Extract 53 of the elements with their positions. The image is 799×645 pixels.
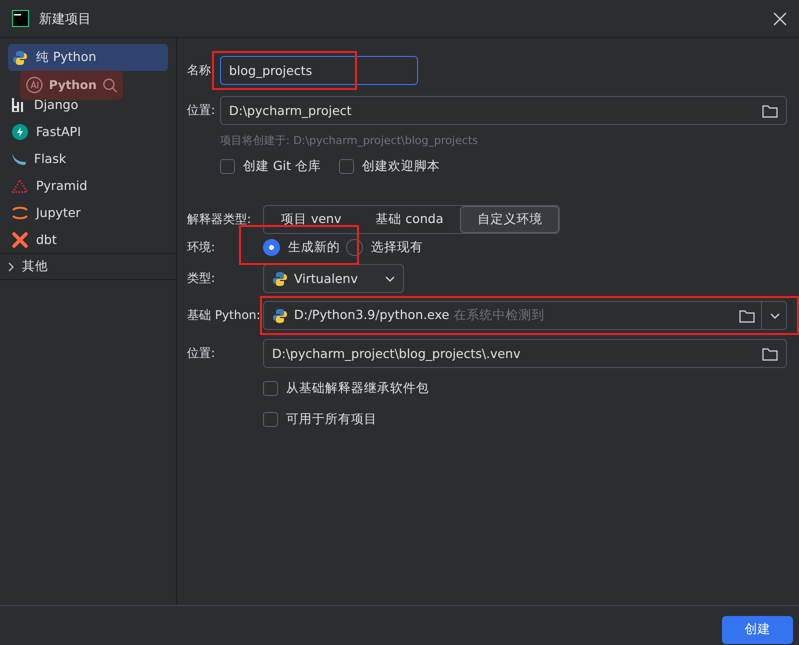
- orbit-icon: [12, 206, 28, 220]
- dj-icon: [12, 98, 26, 112]
- sidebar-item[interactable]: Jupyter: [8, 199, 168, 226]
- chevron-down-icon: [770, 312, 780, 318]
- venv-location-field[interactable]: D:\pycharm_project\blog_projects\.venv: [263, 339, 787, 368]
- folder-icon[interactable]: [762, 104, 778, 118]
- checkbox[interactable]: 创建欢迎脚本: [339, 158, 440, 175]
- close-icon[interactable]: [773, 12, 787, 26]
- horn-icon: [12, 152, 26, 164]
- cross-icon: [12, 232, 28, 248]
- python-icon: [12, 50, 28, 66]
- chevron-down-icon: [385, 276, 395, 282]
- python-icon: [272, 308, 288, 324]
- checkbox[interactable]: 可用于所有项目: [263, 411, 377, 428]
- base-python-field[interactable]: D:/Python3.9/python.exe 在系统中检测到: [263, 301, 787, 330]
- folder-icon[interactable]: [762, 346, 778, 360]
- field-label: 环境:: [187, 239, 216, 256]
- sidebar-item[interactable]: Flask: [8, 145, 168, 172]
- checkbox[interactable]: 从基础解释器继承软件包: [263, 380, 429, 397]
- window-title: 新建项目: [39, 10, 91, 28]
- create-button[interactable]: 创建: [722, 616, 793, 644]
- folder-icon[interactable]: [739, 308, 755, 322]
- type-dropdown[interactable]: Virtualenv: [263, 264, 404, 293]
- field-label: 类型:: [187, 270, 216, 287]
- ai-icon[interactable]: [26, 75, 43, 95]
- app-logo: [12, 10, 29, 27]
- field-label: 名称: [187, 62, 212, 79]
- toolbar-label: Python: [48, 78, 97, 92]
- sidebar-item[interactable]: Pyramid: [8, 172, 168, 199]
- chevron-right-icon: [8, 262, 14, 272]
- interpreter-tab[interactable]: 自定义环境: [460, 206, 560, 233]
- field-label: 位置:: [187, 102, 216, 119]
- field-label: 解释器类型:: [187, 211, 252, 228]
- sidebar-item[interactable]: FastAPI: [8, 118, 168, 145]
- lightning-icon: [12, 124, 28, 140]
- radio-option[interactable]: 选择现有: [346, 239, 423, 256]
- search-icon[interactable]: [102, 76, 117, 94]
- interpreter-tab[interactable]: 基础 conda: [358, 206, 460, 233]
- location-field[interactable]: D:\pycharm_project: [220, 96, 787, 125]
- name-field[interactable]: blog_projects: [220, 56, 418, 85]
- field-label: 基础 Python:: [187, 307, 262, 324]
- interpreter-tab[interactable]: 项目 venv: [264, 206, 358, 233]
- python-icon: [272, 270, 288, 286]
- sidebar-group-label: 其他: [22, 258, 48, 275]
- sidebar-group[interactable]: 其他: [0, 253, 176, 280]
- field-label: 位置:: [187, 345, 216, 362]
- sidebar-item[interactable]: 纯 Python: [8, 44, 168, 71]
- radio-option[interactable]: 生成新的: [263, 239, 340, 256]
- sidebar-item[interactable]: Django: [8, 91, 168, 118]
- path-hint: 项目将创建于: D:\pycharm_project\blog_projects: [220, 133, 479, 148]
- sidebar-item[interactable]: dbt: [8, 226, 168, 253]
- checkbox[interactable]: 创建 Git 仓库: [220, 158, 322, 175]
- dotted-triangle-icon: [12, 178, 28, 192]
